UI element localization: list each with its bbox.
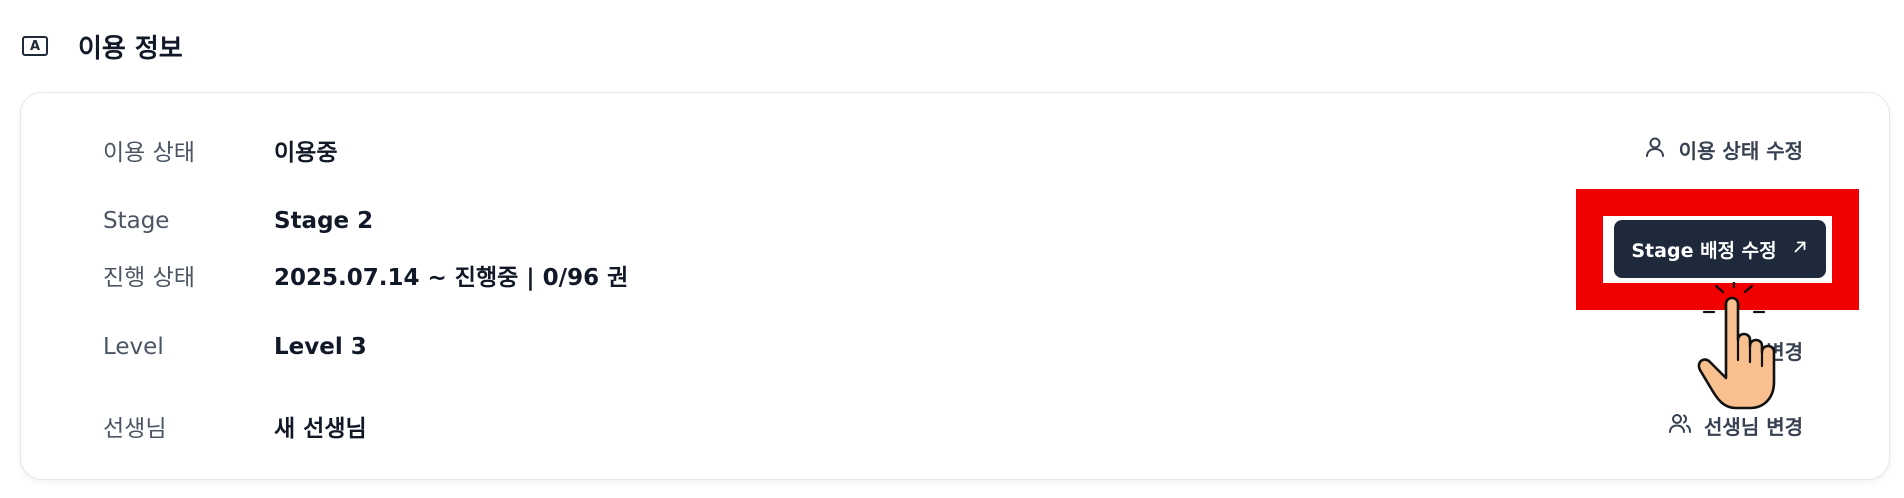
stage-label: Stage	[103, 208, 170, 234]
progress-label: 진행 상태	[103, 265, 195, 291]
section-title: 이용 정보	[78, 33, 183, 64]
status-edit-link[interactable]: 이용 상태 수정	[1643, 135, 1803, 164]
teacher-value: 새 선생님	[274, 416, 367, 442]
status-edit-label: 이용 상태 수정	[1678, 139, 1803, 163]
pointing-hand-cursor-icon	[1697, 282, 1776, 410]
level-value: Level 3	[274, 334, 367, 360]
status-label: 이용 상태	[103, 140, 195, 166]
arrow-up-right-icon	[1791, 238, 1809, 261]
level-label: Level	[103, 334, 164, 360]
teacher-change-link[interactable]: 선생님 변경	[1668, 411, 1803, 440]
section-header: A 이용 정보	[22, 28, 183, 64]
progress-value: 2025.07.14 ~ 진행중 | 0/96 권	[274, 265, 629, 291]
stage-edit-button[interactable]: Stage 배정 수정	[1614, 220, 1826, 278]
status-value: 이용중	[274, 140, 338, 166]
teacher-change-label: 선생님 변경	[1704, 415, 1803, 439]
teacher-label: 선생님	[103, 416, 167, 442]
stage-edit-label: Stage 배정 수정	[1631, 239, 1777, 262]
section-badge: A	[22, 36, 48, 56]
user-icon	[1643, 135, 1667, 164]
stage-value: Stage 2	[274, 208, 374, 234]
users-icon	[1668, 411, 1692, 440]
